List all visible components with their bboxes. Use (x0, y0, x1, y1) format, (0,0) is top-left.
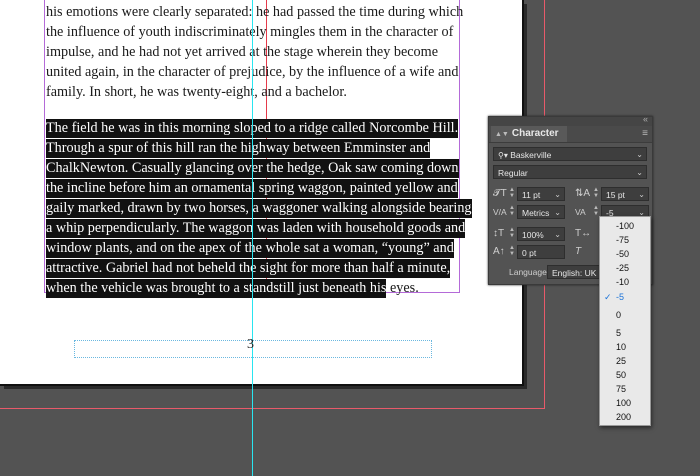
leading-value: 15 pt (606, 190, 625, 200)
leading-icon: ⇅A (575, 188, 591, 199)
language-field[interactable]: English: UK (547, 265, 603, 279)
menu-item[interactable]: 10 (600, 340, 650, 354)
selected-text-line[interactable]: window plants, and on the apex of the wh… (46, 239, 454, 258)
menu-item[interactable]: 200 (600, 410, 650, 424)
tab-character[interactable]: ▲▼ Character (491, 126, 567, 142)
menu-item[interactable]: 25 (600, 354, 650, 368)
collapse-icon[interactable]: « (643, 114, 648, 124)
chevron-down-icon[interactable]: ⌄ (554, 188, 561, 202)
menu-item-selected[interactable]: ✓ -5 (600, 290, 650, 304)
menu-item[interactable]: -100 (600, 219, 650, 233)
kerning-stepper[interactable]: ▲ ▼ (509, 205, 515, 217)
menu-item[interactable]: 50 (600, 368, 650, 382)
kerning-value: Metrics (522, 208, 550, 218)
leading-stepper[interactable]: ▲ ▼ (593, 187, 599, 199)
baseline-shift-value: 0 pt (522, 248, 537, 258)
chevron-down-icon[interactable]: ⌄ (554, 228, 561, 242)
vertical-scale-value: 100% (522, 230, 544, 240)
text-line: impulse, and he had not yet arrived at t… (46, 44, 438, 60)
chevron-down-icon[interactable]: ⌄ (554, 206, 561, 220)
text-line: the influence of youth indiscriminately … (46, 24, 454, 40)
font-size-stepper[interactable]: ▲ ▼ (509, 187, 515, 199)
menu-item[interactable]: -10 (600, 275, 650, 289)
font-size-icon: 𝓣T (493, 188, 507, 199)
selected-text-line[interactable]: when the vehicle was brought to a stands… (46, 279, 387, 298)
vertical-scale-icon: ↕T (493, 228, 505, 239)
page-shadow (4, 386, 527, 389)
page-number: 3 (247, 337, 254, 352)
font-size-field[interactable]: 11 pt ⌄ (517, 187, 565, 201)
font-style-field[interactable]: Regular ⌄ (493, 165, 647, 179)
language-value: English: UK (552, 268, 597, 278)
font-size-value: 11 pt (522, 190, 541, 200)
bleed-guide-horizontal (0, 408, 545, 409)
kerning-icon: V/A (493, 207, 507, 217)
skew-icon: T (575, 246, 582, 257)
font-family-field[interactable]: ⚲▾ Baskerville ⌄ (493, 147, 647, 161)
text-line: his emotions were clearly separated: he … (46, 4, 464, 20)
unselected-text: eyes. (389, 280, 419, 296)
menu-item[interactable]: 0 (600, 308, 650, 322)
ruler-guide-cyan[interactable] (252, 0, 253, 476)
kerning-field[interactable]: Metrics ⌄ (517, 205, 565, 219)
language-label: Language: (509, 267, 550, 277)
vertical-scale-stepper[interactable]: ▲ ▼ (509, 227, 515, 239)
tracking-icon: VA (575, 207, 586, 217)
panel-title-bar[interactable]: « (489, 114, 652, 126)
panel-header: ▲▼ Character ≡ (489, 126, 652, 143)
font-style-value: Regular (498, 168, 528, 178)
tab-arrows-icon: ▲▼ (495, 131, 509, 138)
menu-item[interactable]: -50 (600, 247, 650, 261)
selected-text-line[interactable]: a whip perpendicularly. The waggon was l… (46, 219, 466, 238)
chevron-down-icon[interactable]: ⌄ (638, 188, 645, 202)
menu-item[interactable]: 100 (600, 396, 650, 410)
menu-item[interactable]: -25 (600, 261, 650, 275)
tracking-dropdown-menu[interactable]: -100 -75 -50 -25 -10 ✓ -5 0 5 10 25 50 75… (599, 216, 651, 426)
panel-menu-icon[interactable]: ≡ (642, 129, 648, 139)
panel-title: Character (511, 128, 559, 139)
text-line: united again, in the character of prejud… (46, 64, 459, 80)
menu-item[interactable]: 5 (600, 326, 650, 340)
menu-item[interactable]: -75 (600, 233, 650, 247)
selected-text-line[interactable]: gaily marked, drawn by two horses, a wag… (46, 199, 472, 218)
chevron-down-icon[interactable]: ⌄ (636, 148, 643, 162)
horizontal-scale-icon: T↔ (575, 228, 592, 239)
chevron-down-icon[interactable]: ⌄ (636, 166, 643, 180)
menu-item-label: -5 (616, 292, 625, 302)
checkmark-icon: ✓ (604, 292, 612, 302)
leading-field[interactable]: 15 pt ⌄ (601, 187, 649, 201)
selected-text-line[interactable]: Through a spur of this hill ran the high… (46, 139, 431, 158)
text-line: family. In short, he was twenty-eight, a… (46, 84, 347, 100)
paragraph-1: his emotions were clearly separated: he … (46, 2, 464, 102)
baseline-shift-field[interactable]: 0 pt (517, 245, 565, 259)
vertical-scale-field[interactable]: 100% ⌄ (517, 227, 565, 241)
menu-item[interactable]: 75 (600, 382, 650, 396)
selected-text-line[interactable]: attractive. Gabriel had not beheld the s… (46, 259, 451, 278)
paragraph-2-selected[interactable]: The field he was in this morning sloped … (46, 118, 472, 298)
baseline-shift-icon: A↑ (493, 246, 505, 257)
baseline-shift-stepper[interactable]: ▲ ▼ (509, 245, 515, 257)
search-icon: ⚲▾ (498, 151, 508, 160)
font-family-value: Baskerville (510, 150, 552, 160)
story-text[interactable]: his emotions were clearly separated: he … (46, 2, 472, 298)
